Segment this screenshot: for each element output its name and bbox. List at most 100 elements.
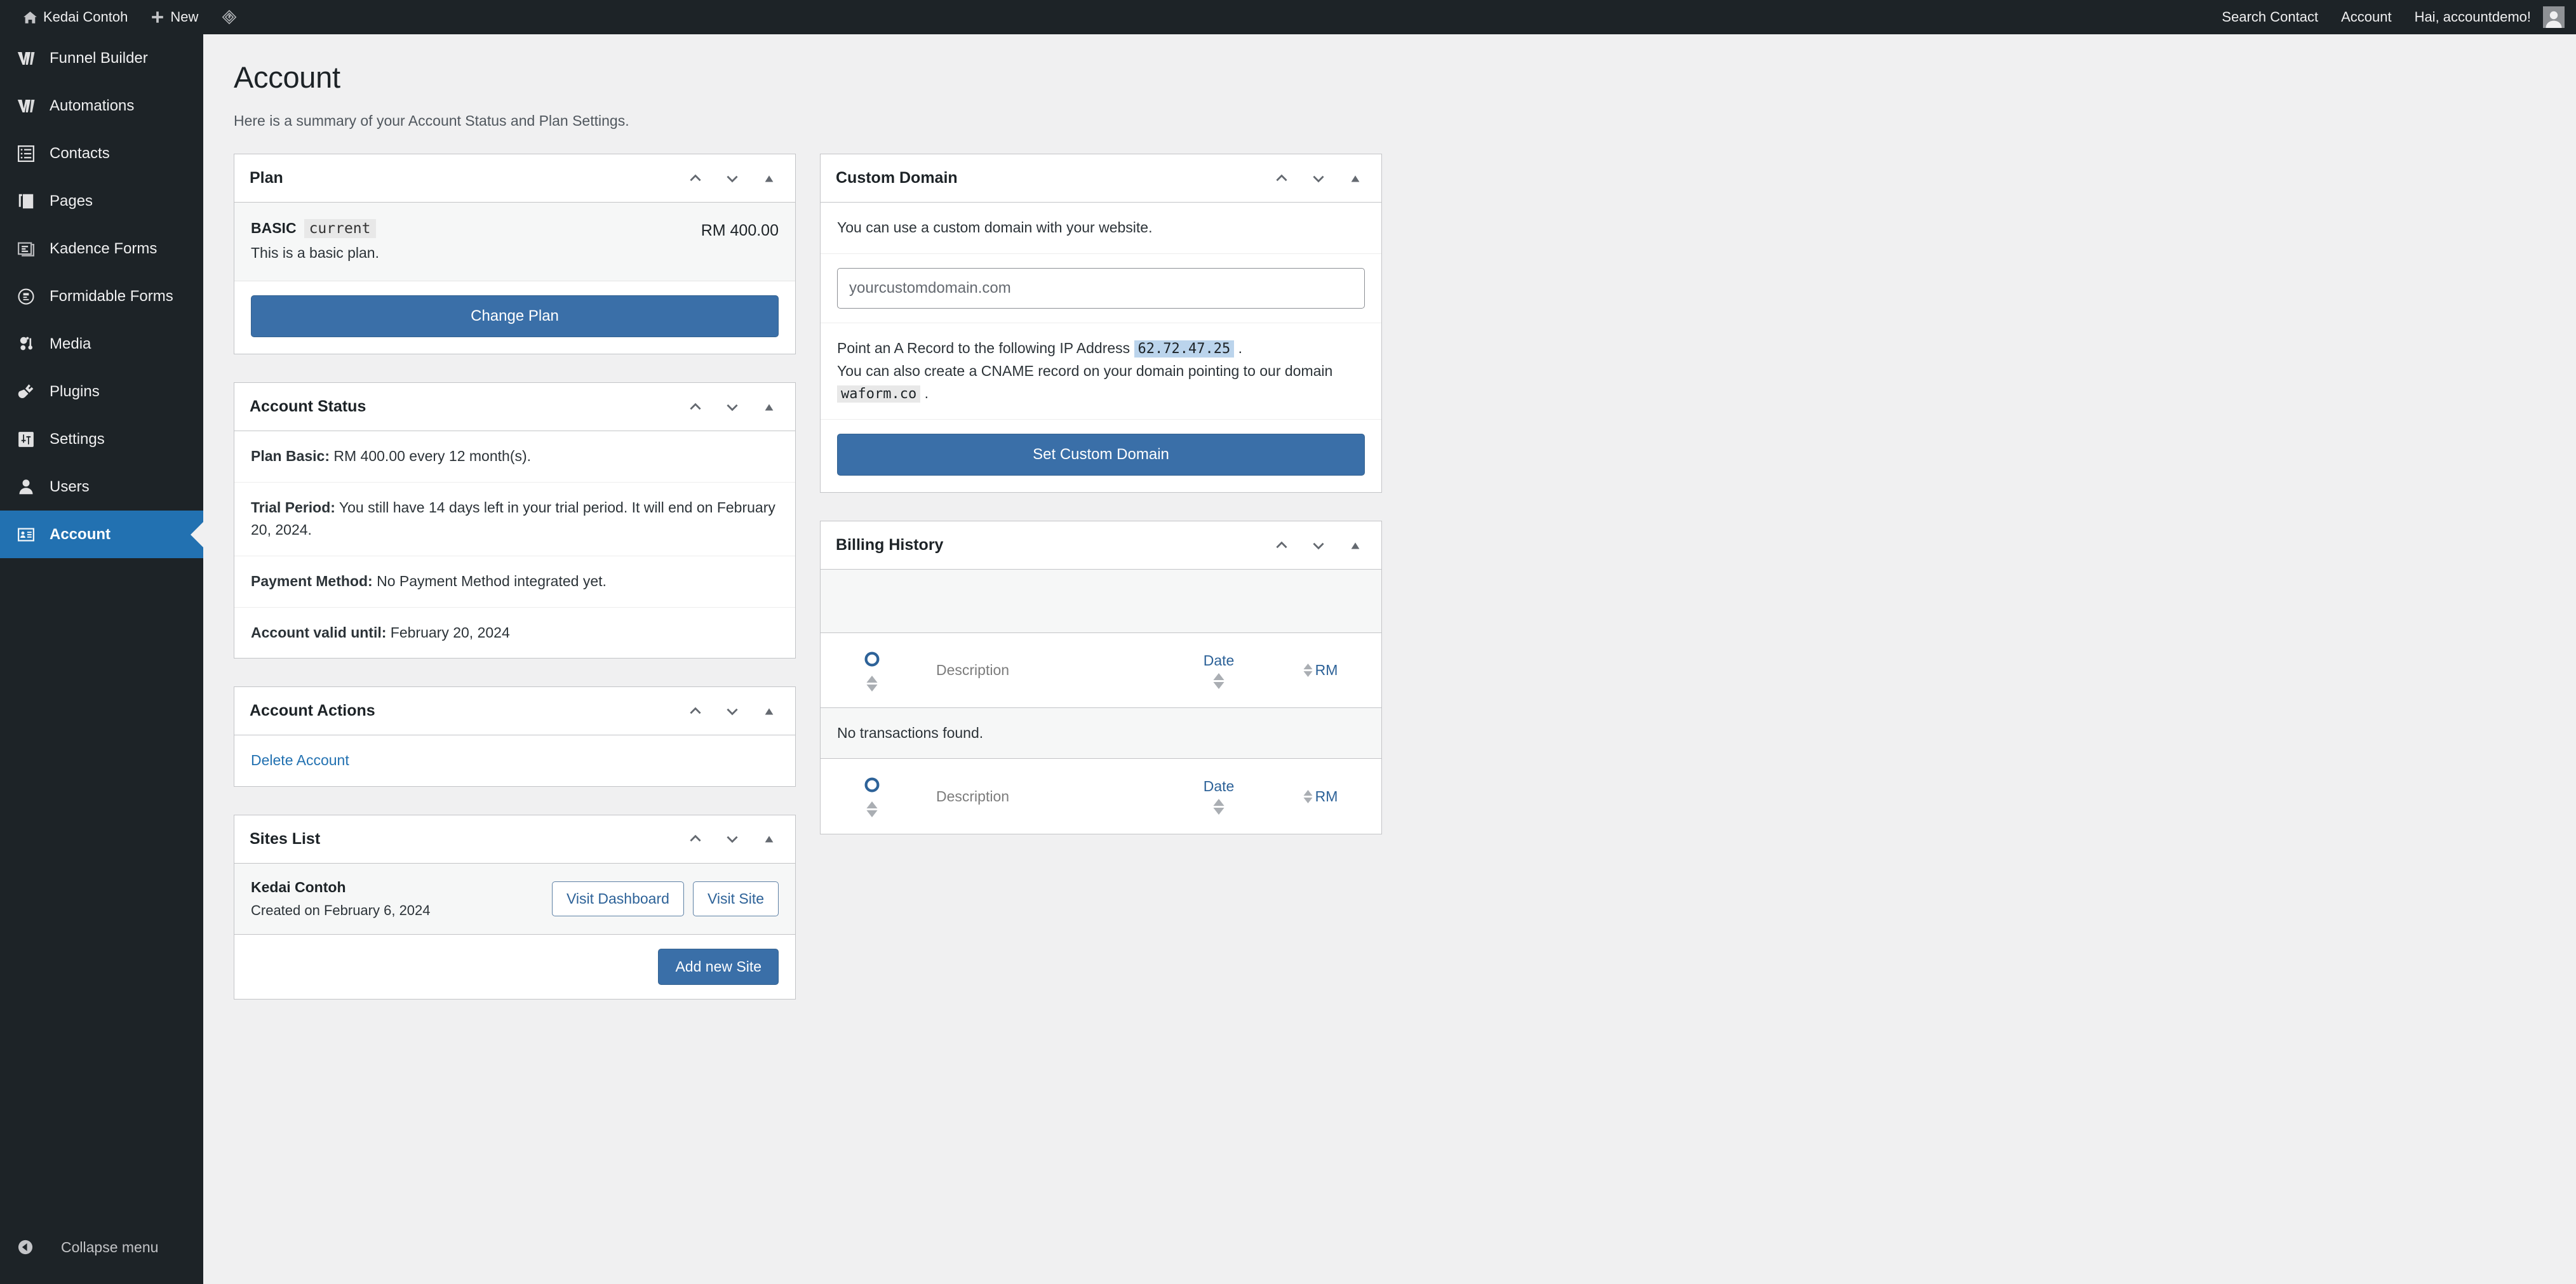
collapse-menu-button[interactable]: Collapse menu: [0, 1238, 203, 1284]
admin-bar-plugin-logo[interactable]: [210, 0, 249, 34]
plan-current-badge: current: [304, 219, 376, 238]
search-contact-label: Search Contact: [2222, 9, 2319, 25]
billing-column-amount[interactable]: RM: [1276, 662, 1365, 679]
billing-column-date-label: Date: [1203, 778, 1235, 795]
change-plan-button[interactable]: Change Plan: [251, 295, 779, 337]
plan-summary-row: BASIC current This is a basic plan. RM 4…: [234, 203, 795, 281]
sidebar-item-users[interactable]: Users: [0, 463, 203, 511]
chevron-down-icon[interactable]: [723, 169, 742, 188]
triangle-up-icon[interactable]: [760, 169, 779, 188]
chevron-up-icon[interactable]: [1272, 169, 1291, 188]
panel-tools: [686, 829, 779, 848]
custom-domain-dns-instructions: Point an A Record to the following IP Ad…: [821, 323, 1381, 420]
pages-icon: [17, 192, 50, 211]
chevron-down-icon[interactable]: [1309, 536, 1328, 555]
chevron-up-icon[interactable]: [686, 398, 705, 417]
account-status-panel-title: Account Status: [250, 398, 366, 415]
chevron-down-icon[interactable]: [723, 702, 742, 721]
add-new-site-button[interactable]: Add new Site: [658, 948, 779, 985]
ip-address-value: 62.72.47.25: [1134, 340, 1235, 358]
custom-domain-panel-title: Custom Domain: [836, 169, 958, 187]
custom-domain-input-row: [821, 254, 1381, 323]
triangle-up-icon[interactable]: [1346, 536, 1365, 555]
account-actions-panel-header: Account Actions: [234, 687, 795, 736]
sidebar-item-settings[interactable]: Settings: [0, 415, 203, 463]
billing-column-description-label: Description: [936, 787, 1010, 805]
chevron-down-icon[interactable]: [723, 398, 742, 417]
billing-column-description[interactable]: Description: [907, 662, 1162, 679]
billing-empty-message: No transactions found.: [821, 708, 1381, 759]
panel-tools: [1272, 169, 1365, 188]
status-row: Plan Basic: RM 400.00 every 12 month(s).: [234, 431, 795, 483]
visit-dashboard-button[interactable]: Visit Dashboard: [551, 881, 684, 916]
visit-site-button[interactable]: Visit Site: [692, 881, 779, 916]
sidebar-item-formidable-forms[interactable]: Formidable Forms: [0, 272, 203, 320]
billing-history-panel: Billing History Description Date RM No t…: [820, 521, 1382, 835]
status-row-value: No Payment Method integrated yet.: [372, 572, 607, 589]
sidebar-item-plugins[interactable]: Plugins: [0, 368, 203, 415]
admin-bar-search-contact[interactable]: Search Contact: [2210, 0, 2330, 34]
custom-domain-intro: You can use a custom domain with your we…: [821, 203, 1381, 254]
custom-domain-input[interactable]: [837, 267, 1365, 309]
billing-table-header: Description Date RM: [821, 633, 1381, 709]
cname-suffix: .: [924, 385, 929, 402]
triangle-up-icon[interactable]: [1346, 169, 1365, 188]
status-row-label: Plan Basic:: [251, 448, 330, 464]
chevron-up-icon[interactable]: [1272, 536, 1291, 555]
status-row-label: Account valid until:: [251, 624, 387, 641]
sidebar-item-kadence-forms[interactable]: Kadence Forms: [0, 225, 203, 272]
plan-panel: Plan BASIC current This is a basic plan.…: [234, 154, 796, 354]
sidebar-item-label: Media: [50, 335, 91, 352]
sidebar-item-automations[interactable]: Automations: [0, 82, 203, 130]
chevron-down-icon[interactable]: [1309, 169, 1328, 188]
sort-arrows-icon: [866, 801, 878, 818]
chevron-down-icon[interactable]: [723, 829, 742, 848]
site-name-label: Kedai Contoh: [43, 9, 128, 25]
sidebar-item-label: Account: [50, 525, 111, 543]
chevron-up-icon[interactable]: [686, 702, 705, 721]
active-pointer-icon: [191, 521, 203, 547]
admin-bar-new[interactable]: New: [139, 0, 210, 34]
triangle-up-icon[interactable]: [760, 702, 779, 721]
billing-column-id[interactable]: [837, 775, 907, 818]
cname-domain-value: waform.co: [837, 385, 921, 403]
set-custom-domain-button[interactable]: Set Custom Domain: [837, 434, 1365, 476]
plan-panel-body: BASIC current This is a basic plan. RM 4…: [234, 203, 795, 354]
status-row: Payment Method: No Payment Method integr…: [234, 556, 795, 608]
media-icon: [17, 335, 50, 354]
panel-columns: Plan BASIC current This is a basic plan.…: [234, 154, 2576, 1027]
billing-column-date[interactable]: Date: [1162, 778, 1276, 815]
sidebar-item-pages[interactable]: Pages: [0, 177, 203, 225]
panel-tools: [686, 702, 779, 721]
status-row-value: RM 400.00 every 12 month(s).: [330, 448, 532, 464]
sidebar-item-account[interactable]: Account: [0, 511, 203, 558]
chevron-up-icon[interactable]: [686, 169, 705, 188]
site-created-date: Created on February 6, 2024: [251, 902, 431, 918]
plan-panel-title: Plan: [250, 169, 283, 187]
sidebar-item-label: Kadence Forms: [50, 239, 158, 257]
sidebar-item-label: Users: [50, 478, 90, 495]
sidebar-item-funnel-builder[interactable]: Funnel Builder: [0, 34, 203, 82]
billing-column-amount[interactable]: RM: [1276, 788, 1365, 805]
sidebar-item-contacts[interactable]: Contacts: [0, 130, 203, 177]
site-actions: Visit Dashboard Visit Site: [551, 881, 779, 916]
sidebar-item-media[interactable]: Media: [0, 320, 203, 368]
funnel-builder-icon: [17, 49, 50, 68]
delete-account-link[interactable]: Delete Account: [251, 752, 349, 768]
account-status-panel-header: Account Status: [234, 383, 795, 431]
triangle-up-icon[interactable]: [760, 829, 779, 848]
admin-bar-account[interactable]: Account: [2330, 0, 2403, 34]
circle-ring-icon: [862, 650, 882, 672]
sites-list-panel-body: Kedai Contoh Created on February 6, 2024…: [234, 863, 795, 999]
plus-icon: [151, 10, 164, 24]
home-icon: [23, 10, 37, 25]
sidebar-item-label: Formidable Forms: [50, 287, 173, 305]
chevron-up-icon[interactable]: [686, 829, 705, 848]
billing-table-footer: Description Date RM: [821, 759, 1381, 834]
admin-bar-site-name[interactable]: Kedai Contoh: [11, 0, 139, 34]
triangle-up-icon[interactable]: [760, 398, 779, 417]
billing-column-description[interactable]: Description: [907, 788, 1162, 805]
billing-column-date[interactable]: Date: [1162, 652, 1276, 689]
admin-bar-my-account[interactable]: Hai, accountdemo!: [2403, 0, 2567, 34]
billing-column-id[interactable]: [837, 650, 907, 692]
